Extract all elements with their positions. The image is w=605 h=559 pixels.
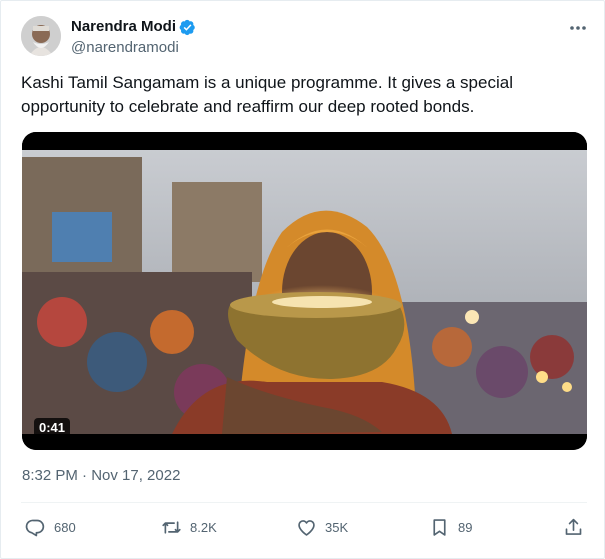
tweet-card: Narendra Modi @narendramodi Kashi Tamil …	[0, 0, 605, 559]
bookmark-icon	[433, 518, 446, 536]
reply-icon	[25, 519, 45, 536]
bookmark-button[interactable]: 89	[429, 514, 472, 540]
retweet-icon	[162, 520, 181, 534]
reply-count: 680	[54, 519, 76, 535]
tweet-timestamp[interactable]: 8:32 PM · Nov 17, 2022	[22, 466, 180, 486]
avatar[interactable]	[21, 16, 61, 56]
video-player[interactable]: 0:41	[22, 132, 587, 450]
tweet-text: Kashi Tamil Sangamam is a unique program…	[21, 73, 513, 116]
retweet-button[interactable]: 8.2K	[161, 514, 217, 540]
share-button[interactable]	[563, 514, 592, 540]
like-button[interactable]: 35K	[296, 514, 348, 540]
share-icon	[565, 518, 582, 535]
author-name[interactable]: Narendra Modi	[71, 17, 176, 37]
video-thumbnail	[22, 132, 587, 450]
divider	[21, 502, 587, 503]
like-count: 35K	[325, 519, 349, 535]
more-options-icon[interactable]	[567, 18, 589, 38]
reply-button[interactable]: 680	[25, 514, 76, 540]
retweet-count: 8.2K	[190, 519, 217, 535]
verified-badge-icon	[179, 19, 196, 36]
video-duration: 0:41	[34, 418, 71, 438]
author-handle[interactable]: @narendramodi	[71, 38, 179, 58]
bookmark-count: 89	[458, 519, 473, 535]
like-icon	[298, 519, 315, 536]
